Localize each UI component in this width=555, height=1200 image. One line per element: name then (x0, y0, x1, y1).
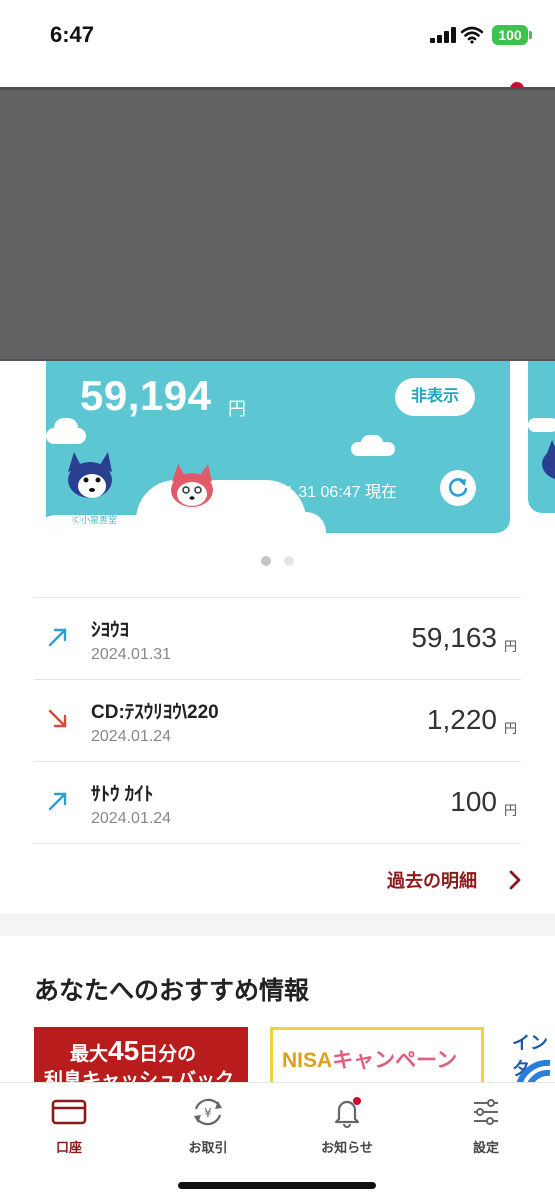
card-pager[interactable] (0, 553, 555, 571)
status-bar: 6:47 100 (0, 0, 555, 70)
status-time: 6:47 (50, 22, 95, 47)
pager-dot-active[interactable] (261, 556, 272, 566)
section-divider (0, 914, 555, 936)
balance-amount: 59,194 (80, 372, 212, 419)
tab-settings[interactable]: 設定 (431, 1095, 541, 1156)
transaction-unit: 円 (503, 721, 517, 736)
balance-timestamp: 2024.01.31 06:47 現在 (236, 484, 398, 501)
transaction-name: ｻﾄｳ ｶｲﾄ (91, 784, 154, 805)
tab-account[interactable]: 口座 (14, 1095, 124, 1156)
banner-text: NISA (282, 1049, 333, 1072)
transaction-row[interactable]: ｼﾖｳﾖ 2024.01.31 59,163 円 (34, 598, 521, 680)
recommendations-title: あなたへのおすすめ情報 (34, 977, 310, 1005)
transaction-date: 2024.01.24 (91, 728, 172, 745)
sliders-icon (474, 1099, 498, 1125)
banner-number: 45 (108, 1035, 140, 1066)
battery-tip (529, 31, 532, 39)
cloud-decoration (246, 512, 326, 533)
cloud-decoration (54, 418, 78, 438)
transaction-unit: 円 (503, 639, 517, 654)
tab-notifications[interactable]: お知らせ (292, 1095, 402, 1156)
pager-dot[interactable] (283, 556, 294, 566)
blue-dog-mascot (542, 440, 555, 479)
pink-dog-mascot (171, 464, 213, 507)
transaction-name: CD:ﾃｽｳﾘﾖｳ\220 (91, 702, 219, 723)
next-account-card[interactable] (528, 340, 555, 513)
yen-exchange-icon: ¥ (194, 1098, 222, 1126)
home-indicator (178, 1182, 376, 1189)
banner-text: 最大 (70, 1044, 109, 1065)
wifi-icon (461, 26, 483, 44)
transaction-amount: 1,220 (426, 704, 497, 735)
transaction-date: 2024.01.24 (91, 810, 172, 827)
refresh-icon (448, 478, 468, 497)
battery-indicator: 100 (492, 25, 528, 45)
bell-icon (334, 1097, 361, 1128)
tab-label: お知らせ (321, 1140, 373, 1155)
outgoing-arrow-icon (48, 709, 67, 728)
transaction-amount: 59,163 (411, 622, 497, 653)
card-copyright: Ⓒ小泉善堂 (72, 515, 118, 525)
incoming-arrow-icon (48, 792, 67, 811)
transaction-row[interactable]: ｻﾄｳ ｶｲﾄ 2024.01.24 100 円 (34, 762, 521, 844)
banner-text: 日分の (139, 1044, 197, 1065)
redacted-region (0, 87, 555, 361)
transaction-name: ｼﾖｳﾖ (91, 620, 130, 641)
incoming-arrow-icon (48, 628, 67, 647)
refresh-button[interactable] (440, 470, 476, 506)
tab-label: 設定 (472, 1140, 499, 1155)
promo-banner[interactable]: インタ (512, 1027, 555, 1087)
transaction-date: 2024.01.31 (91, 646, 172, 663)
balance-unit: 円 (228, 399, 246, 419)
hide-balance-button[interactable]: 非表示 (395, 378, 475, 416)
transaction-amount: 100 (450, 786, 497, 817)
tab-transactions[interactable]: ¥ お取引 (153, 1095, 263, 1156)
card-icon (51, 1099, 87, 1125)
svg-text:¥: ¥ (204, 1106, 212, 1120)
account-card[interactable]: 59,194 円 非表示 2024.01.31 06:47 現在 Ⓒ小泉善堂 (46, 340, 510, 533)
past-statements-link[interactable]: 過去の明細 (387, 867, 477, 893)
transaction-row[interactable]: CD:ﾃｽｳﾘﾖｳ\220 2024.01.24 1,220 円 (34, 680, 521, 762)
tab-label: お取引 (188, 1140, 228, 1155)
signal-icon (430, 27, 456, 43)
nisa-campaign-banner[interactable]: NISAキャンペーン (270, 1027, 484, 1087)
cashback-banner[interactable]: 最大45日分の 利息キャッシュバック (34, 1027, 248, 1087)
cloud-decoration (528, 418, 555, 432)
cloud-decoration (361, 435, 383, 451)
transaction-unit: 円 (503, 803, 517, 818)
tab-label: 口座 (55, 1140, 82, 1155)
banner-text: キャンペーン (332, 1049, 458, 1072)
transaction-list: ｼﾖｳﾖ 2024.01.31 59,163 円 CD:ﾃｽｳﾘﾖｳ\220 2… (34, 597, 521, 844)
blue-dog-mascot (68, 452, 112, 498)
chevron-right-icon[interactable] (508, 869, 522, 891)
